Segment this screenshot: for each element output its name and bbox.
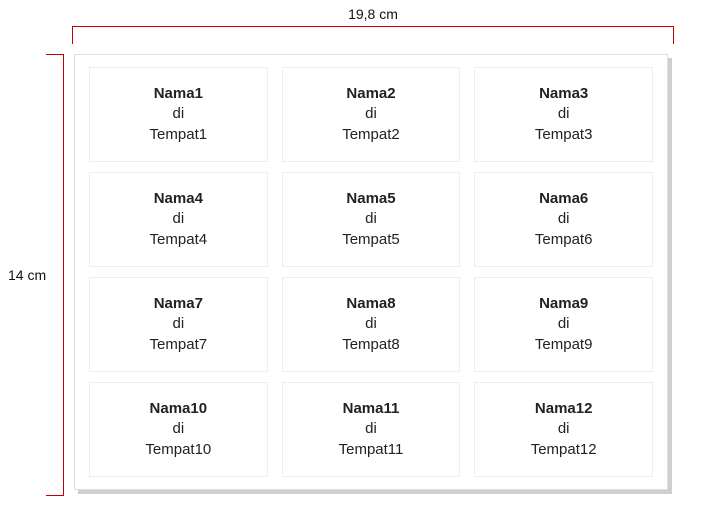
label-name: Nama4 (154, 189, 203, 209)
label-name: Nama1 (154, 84, 203, 104)
label-name: Nama7 (154, 294, 203, 314)
label-di: di (172, 209, 184, 229)
dimension-top: 19,8 cm (72, 6, 674, 46)
label-place: Tempat1 (150, 125, 208, 145)
label-place: Tempat12 (531, 440, 597, 460)
dimension-left: 14 cm (8, 54, 64, 496)
label-place: Tempat8 (342, 335, 400, 355)
label-cell: Nama11 di Tempat11 (282, 382, 461, 477)
label-di: di (365, 419, 377, 439)
label-di: di (365, 209, 377, 229)
label-sheet: Nama1 di Tempat1 Nama2 di Tempat2 Nama3 … (74, 54, 668, 490)
dimension-top-label: 19,8 cm (72, 6, 674, 22)
label-place: Tempat4 (150, 230, 208, 250)
label-cell: Nama7 di Tempat7 (89, 277, 268, 372)
label-place: Tempat10 (145, 440, 211, 460)
label-name: Nama11 (343, 399, 400, 419)
label-cell: Nama5 di Tempat5 (282, 172, 461, 267)
label-cell: Nama9 di Tempat9 (474, 277, 653, 372)
label-cell: Nama2 di Tempat2 (282, 67, 461, 162)
label-place: Tempat7 (150, 335, 208, 355)
label-place: Tempat3 (535, 125, 593, 145)
label-di: di (558, 314, 570, 334)
label-cell: Nama1 di Tempat1 (89, 67, 268, 162)
diagram-stage: 19,8 cm 14 cm Nama1 di Tempat1 Nama2 di … (0, 0, 719, 518)
dimension-left-label: 14 cm (8, 267, 46, 283)
label-cell: Nama6 di Tempat6 (474, 172, 653, 267)
label-cell: Nama4 di Tempat4 (89, 172, 268, 267)
label-di: di (172, 419, 184, 439)
label-di: di (558, 419, 570, 439)
label-name: Nama2 (346, 84, 395, 104)
label-name: Nama10 (150, 399, 208, 419)
dimension-left-bar (52, 54, 64, 496)
label-place: Tempat11 (339, 440, 404, 460)
dimension-top-bar (72, 26, 674, 46)
label-place: Tempat5 (342, 230, 400, 250)
label-name: Nama12 (535, 399, 593, 419)
label-place: Tempat6 (535, 230, 593, 250)
label-name: Nama9 (539, 294, 588, 314)
label-di: di (172, 104, 184, 124)
label-cell: Nama10 di Tempat10 (89, 382, 268, 477)
label-name: Nama6 (539, 189, 588, 209)
label-name: Nama5 (346, 189, 395, 209)
label-di: di (365, 104, 377, 124)
label-place: Tempat9 (535, 335, 593, 355)
label-di: di (172, 314, 184, 334)
label-di: di (365, 314, 377, 334)
label-di: di (558, 104, 570, 124)
label-di: di (558, 209, 570, 229)
label-place: Tempat2 (342, 125, 400, 145)
label-cell: Nama8 di Tempat8 (282, 277, 461, 372)
label-cell: Nama3 di Tempat3 (474, 67, 653, 162)
label-cell: Nama12 di Tempat12 (474, 382, 653, 477)
label-name: Nama3 (539, 84, 588, 104)
label-name: Nama8 (346, 294, 395, 314)
